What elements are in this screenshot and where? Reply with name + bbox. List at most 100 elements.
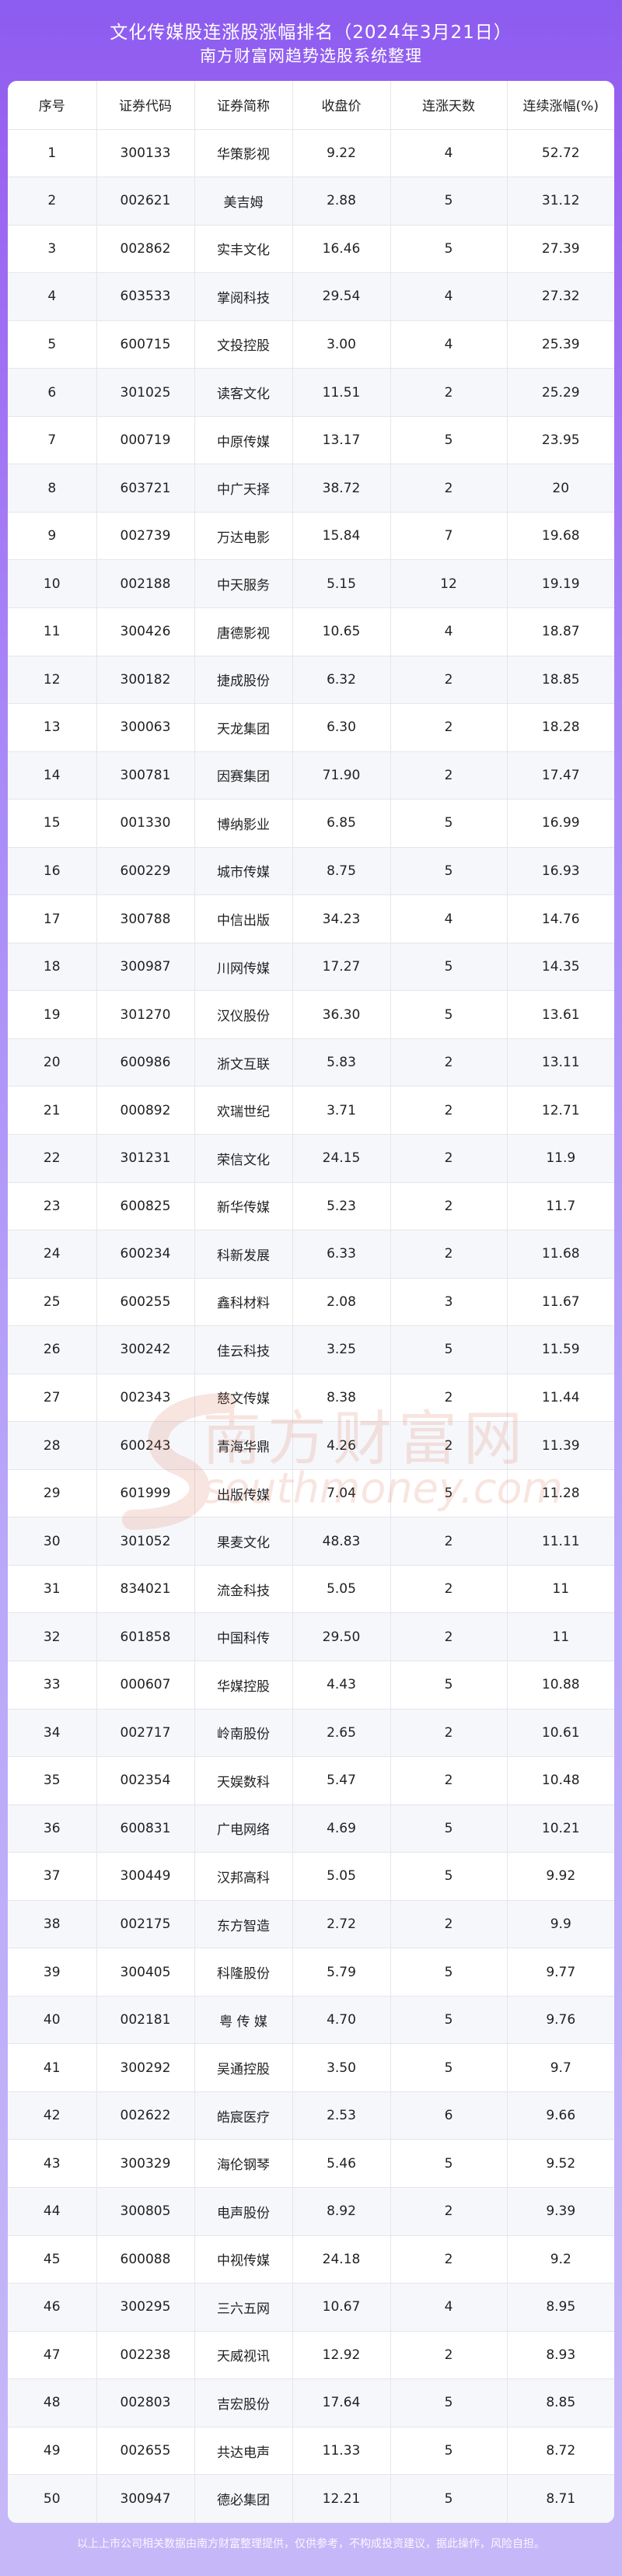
- cell-up-days: 5: [390, 1469, 508, 1518]
- cell-code: 603533: [96, 272, 195, 321]
- cell-up-days: 4: [390, 129, 508, 178]
- cell-code: 300987: [96, 943, 195, 992]
- cell-close-price: 12.92: [292, 2331, 391, 2380]
- cell-code: 300449: [96, 1852, 195, 1901]
- cell-up-days: 5: [390, 2043, 508, 2092]
- cell-up-days: 5: [390, 2139, 508, 2189]
- cell-gain: 8.93: [507, 2331, 614, 2380]
- cell-name: 粤 传 媒: [194, 1996, 293, 2045]
- cell-gain: 9.76: [507, 1996, 614, 2045]
- cell-gain: 11.11: [507, 1517, 614, 1566]
- cell-code: 300295: [96, 2283, 195, 2332]
- cell-name: 果麦文化: [194, 1517, 293, 1566]
- page-subtitle: 南方财富网趋势选股系统整理: [200, 47, 422, 65]
- cell-up-days: 2: [390, 1182, 508, 1231]
- cell-close-price: 71.90: [292, 751, 391, 800]
- cell-close-price: 2.65: [292, 1709, 391, 1758]
- cell-code: 002238: [96, 2331, 195, 2380]
- cell-close-price: 5.05: [292, 1565, 391, 1614]
- cell-rank: 6: [8, 368, 97, 417]
- cell-name: 天威视讯: [194, 2331, 293, 2380]
- cell-close-price: 12.21: [292, 2474, 391, 2523]
- cell-rank: 49: [8, 2427, 97, 2476]
- cell-up-days: 2: [390, 1134, 508, 1183]
- cell-up-days: 2: [390, 1230, 508, 1279]
- cell-close-price: 2.08: [292, 1278, 391, 1327]
- table-row: 18 300987 川网传媒 17.27 5 14.35: [8, 943, 614, 992]
- cell-up-days: 2: [390, 1517, 508, 1566]
- cell-close-price: 6.33: [292, 1230, 391, 1279]
- cell-gain: 27.39: [507, 225, 614, 274]
- table-row: 44 300805 电声股份 8.92 2 9.39: [8, 2187, 614, 2236]
- cell-gain: 8.71: [507, 2474, 614, 2523]
- cell-code: 300805: [96, 2187, 195, 2236]
- cell-up-days: 5: [390, 1661, 508, 1710]
- cell-close-price: 5.46: [292, 2139, 391, 2189]
- cell-rank: 48: [8, 2378, 97, 2427]
- cell-name: 天娱数科: [194, 1756, 293, 1805]
- cell-code: 300781: [96, 751, 195, 800]
- cell-rank: 17: [8, 894, 97, 943]
- table-row: 8 603721 中广天择 38.72 2 20: [8, 464, 614, 513]
- cell-code: 601999: [96, 1469, 195, 1518]
- cell-name: 欢瑞世纪: [194, 1086, 293, 1135]
- cell-name: 佳云科技: [194, 1325, 293, 1374]
- column-header: 连续涨幅(%): [507, 81, 614, 130]
- table-row: 11 300426 唐德影视 10.65 4 18.87: [8, 607, 614, 656]
- cell-close-price: 9.22: [292, 129, 391, 178]
- cell-gain: 11.39: [507, 1421, 614, 1470]
- cell-up-days: 12: [390, 559, 508, 608]
- cell-gain: 11: [507, 1612, 614, 1661]
- cell-close-price: 5.23: [292, 1182, 391, 1231]
- cell-up-days: 2: [390, 1612, 508, 1661]
- table-row: 5 600715 文投控股 3.00 4 25.39: [8, 320, 614, 369]
- cell-name: 中信出版: [194, 894, 293, 943]
- cell-gain: 9.39: [507, 2187, 614, 2236]
- cell-gain: 20: [507, 464, 614, 513]
- cell-code: 002717: [96, 1709, 195, 1758]
- page-title: 文化传媒股连涨股涨幅排名（2024年3月21日）: [110, 23, 512, 43]
- cell-name: 共达电声: [194, 2427, 293, 2476]
- cell-up-days: 5: [390, 2427, 508, 2476]
- cell-gain: 9.2: [507, 2235, 614, 2284]
- cell-code: 002621: [96, 177, 195, 226]
- cell-gain: 18.87: [507, 607, 614, 656]
- cell-gain: 52.72: [507, 129, 614, 178]
- cell-gain: 11.44: [507, 1374, 614, 1423]
- cell-up-days: 2: [390, 1709, 508, 1758]
- cell-close-price: 38.72: [292, 464, 391, 513]
- cell-rank: 34: [8, 1709, 97, 1758]
- cell-name: 中原传媒: [194, 416, 293, 465]
- table-row: 9 002739 万达电影 15.84 7 19.68: [8, 512, 614, 561]
- cell-gain: 9.66: [507, 2091, 614, 2140]
- cell-code: 002739: [96, 512, 195, 561]
- cell-name: 万达电影: [194, 512, 293, 561]
- ranking-table-card: 序号 证券代码 证券简称 收盘价 连涨天数 连续涨幅(%) 1 300133 华策影…: [8, 81, 614, 2523]
- cell-gain: 11.7: [507, 1182, 614, 1231]
- cell-name: 皓宸医疗: [194, 2091, 293, 2140]
- cell-gain: 9.7: [507, 2043, 614, 2092]
- cell-close-price: 24.18: [292, 2235, 391, 2284]
- ranking-table: 序号 证券代码 证券简称 收盘价 连涨天数 连续涨幅(%) 1 300133 华策影…: [8, 81, 614, 2523]
- cell-rank: 45: [8, 2235, 97, 2284]
- cell-close-price: 10.67: [292, 2283, 391, 2332]
- cell-name: 唐德影视: [194, 607, 293, 656]
- cell-up-days: 2: [390, 1086, 508, 1135]
- cell-gain: 17.47: [507, 751, 614, 800]
- cell-gain: 11: [507, 1565, 614, 1614]
- cell-up-days: 2: [390, 2235, 508, 2284]
- cell-up-days: 2: [390, 1565, 508, 1614]
- table-row: 38 002175 东方智造 2.72 2 9.9: [8, 1900, 614, 1949]
- cell-rank: 15: [8, 799, 97, 848]
- cell-close-price: 3.00: [292, 320, 391, 369]
- table-row: 7 000719 中原传媒 13.17 5 23.95: [8, 416, 614, 465]
- cell-code: 600255: [96, 1278, 195, 1327]
- cell-code: 600831: [96, 1804, 195, 1853]
- table-row: 23 600825 新华传媒 5.23 2 11.7: [8, 1182, 614, 1231]
- cell-name: 电声股份: [194, 2187, 293, 2236]
- cell-rank: 40: [8, 1996, 97, 2045]
- table-row: 47 002238 天威视讯 12.92 2 8.93: [8, 2331, 614, 2380]
- cell-code: 300405: [96, 1948, 195, 1997]
- cell-close-price: 6.32: [292, 656, 391, 705]
- cell-rank: 28: [8, 1421, 97, 1470]
